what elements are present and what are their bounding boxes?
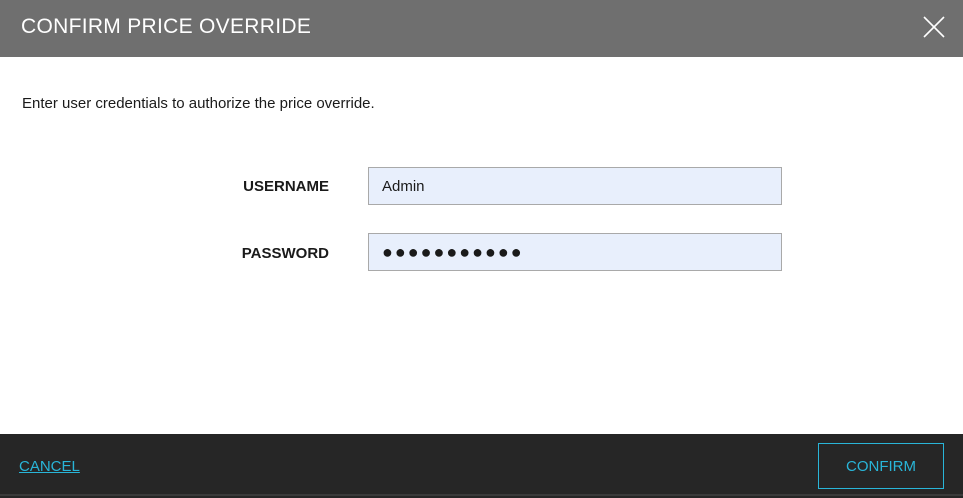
username-input[interactable]	[368, 167, 782, 205]
price-override-dialog: CONFIRM PRICE OVERRIDE Enter user creden…	[0, 0, 963, 498]
footer-divider	[0, 494, 963, 496]
confirm-button[interactable]: CONFIRM	[818, 443, 944, 489]
close-icon	[923, 16, 945, 38]
username-label: USERNAME	[243, 178, 329, 195]
instruction-text: Enter user credentials to authorize the …	[22, 95, 375, 112]
dialog-footer: CANCEL CONFIRM	[0, 434, 963, 498]
cancel-button[interactable]: CANCEL	[19, 458, 80, 475]
password-input[interactable]	[368, 233, 782, 271]
dialog-body: Enter user credentials to authorize the …	[0, 57, 963, 434]
dialog-title: CONFIRM PRICE OVERRIDE	[21, 15, 312, 38]
password-label: PASSWORD	[241, 245, 329, 262]
title-bar: CONFIRM PRICE OVERRIDE	[0, 0, 963, 57]
close-button[interactable]	[922, 15, 946, 39]
